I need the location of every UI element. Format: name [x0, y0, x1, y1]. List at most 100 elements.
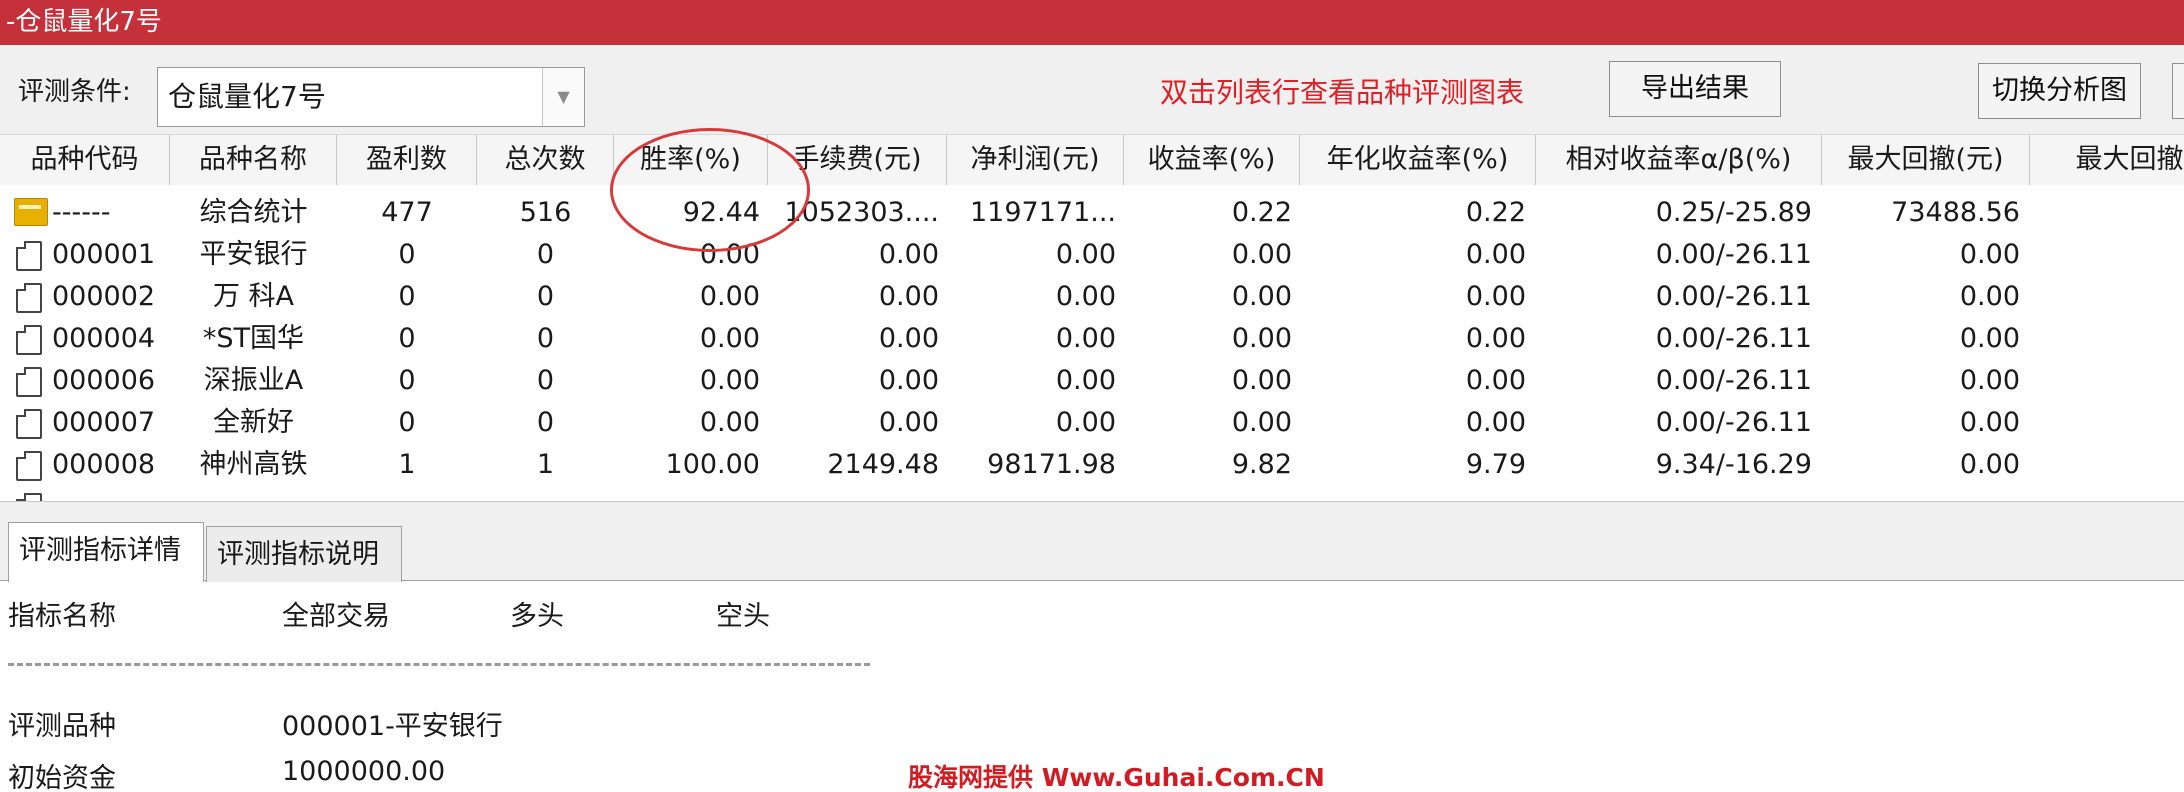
column-header-profit-count[interactable]: 盈利数: [337, 135, 477, 185]
cell-fee: 0.00: [878, 281, 939, 312]
column-header-name[interactable]: 品种名称: [170, 135, 337, 185]
cell-win-rate: 100.00: [665, 449, 760, 480]
window-title: -仓鼠量化7号: [0, 0, 2184, 45]
document-icon: [16, 409, 42, 439]
cell-win-rate: 0.00: [699, 407, 760, 438]
switch-chart-button[interactable]: 切换分析图: [1978, 63, 2141, 119]
details-panel: 指标名称 全部交易 多头 空头 评测品种 000001-平安银行 初始资金 10…: [0, 582, 2184, 792]
cell-code: 000004: [52, 323, 156, 354]
cell-total: 0: [536, 239, 555, 270]
cell-profit-count: 0: [398, 281, 416, 312]
details-label-capital: 初始资金: [8, 763, 116, 792]
toolbar: 评测条件: 仓鼠量化7号 ▼ 双击列表行查看品种评测图表 导出结果 切换分析图: [0, 45, 2184, 135]
condition-label: 评测条件:: [18, 77, 131, 107]
column-header-alpha-beta[interactable]: 相对收益率α/β(%): [1536, 135, 1822, 185]
tab-indicator-details[interactable]: 评测指标详情: [8, 522, 204, 584]
details-header-short: 空头: [716, 601, 770, 632]
table-row[interactable]: 000007 全新好 0 0 0.00 0.00 0.00 0.00 0.00 …: [0, 402, 2184, 444]
document-icon: [16, 241, 42, 271]
cell-profit-count: 1: [398, 449, 416, 480]
detail-tabs: 评测指标详情 评测指标说明: [0, 501, 2184, 584]
cell-fee: 0.00: [878, 365, 939, 396]
table-row[interactable]: 000008 神州高铁 1 1 100.00 2149.48 98171.98 …: [0, 444, 2184, 486]
cell-profit-count: 0: [398, 365, 416, 396]
export-button[interactable]: 导出结果: [1609, 61, 1781, 117]
cell-fee: 0.00: [878, 323, 939, 354]
cell-net-profit: 0.00: [1055, 323, 1116, 354]
cell-annual-return: 0.22: [1465, 197, 1526, 228]
details-label-symbol: 评测品种: [8, 711, 116, 742]
condition-select[interactable]: 仓鼠量化7号 ▼: [157, 67, 585, 127]
cell-name: 全新好: [213, 407, 294, 438]
column-header-max-drawdown-pct[interactable]: 最大回撤: [2030, 135, 2184, 185]
cell-max-drawdown: 0.00: [1959, 365, 2020, 396]
cell-net-profit: 0.00: [1055, 407, 1116, 438]
cell-net-profit: 98171.98: [987, 449, 1116, 480]
column-header-max-drawdown[interactable]: 最大回撤(元): [1822, 135, 2030, 185]
cell-code: 000007: [52, 407, 156, 438]
cell-code: ------: [52, 197, 111, 228]
details-header-long: 多头: [510, 601, 564, 632]
details-header-name: 指标名称: [8, 601, 116, 632]
cell-win-rate: 0.00: [699, 281, 760, 312]
cell-win-rate: 0.00: [699, 365, 760, 396]
cell-code: 000001: [52, 239, 156, 270]
cell-annual-return: 0.00: [1465, 239, 1526, 270]
column-header-return[interactable]: 收益率(%): [1124, 135, 1300, 185]
document-icon: [16, 367, 42, 397]
cell-profit-count: 0: [398, 323, 416, 354]
table-row[interactable]: 000004 *ST国华 0 0 0.00 0.00 0.00 0.00 0.0…: [0, 318, 2184, 360]
table-row[interactable]: 000006 深振业A 0 0 0.00 0.00 0.00 0.00 0.00…: [0, 360, 2184, 402]
cell-annual-return: 0.00: [1465, 323, 1526, 354]
results-table[interactable]: 品种代码 品种名称 盈利数 总次数 胜率(%) 手续费(元) 净利润(元) 收益…: [0, 135, 2184, 501]
condition-select-value: 仓鼠量化7号: [168, 80, 326, 113]
cell-profit-count: 0: [398, 407, 416, 438]
cell-max-drawdown: 73488.56: [1891, 197, 2020, 228]
hint-text: 双击列表行查看品种评测图表: [1160, 76, 1525, 109]
cell-max-drawdown: 0.00: [1959, 281, 2020, 312]
cell-win-rate: 0.00: [699, 323, 760, 354]
cell-total: 0: [536, 281, 555, 312]
table-row[interactable]: 000001 平安银行 0 0 0.00 0.00 0.00 0.00 0.00…: [0, 234, 2184, 276]
cell-max-drawdown: 0.00: [1959, 323, 2020, 354]
tab-indicator-description[interactable]: 评测指标说明: [206, 526, 402, 582]
more-button[interactable]: [2172, 63, 2184, 119]
details-value-symbol: 000001-平安银行: [282, 711, 503, 742]
cell-name: 神州高铁: [199, 449, 308, 480]
cell-alpha-beta: 0.00/-26.11: [1655, 407, 1812, 438]
cell-max-drawdown: 0.00: [1959, 449, 2020, 480]
column-header-total[interactable]: 总次数: [477, 135, 614, 185]
column-header-annual-return[interactable]: 年化收益率(%): [1300, 135, 1536, 185]
cell-net-profit: 0.00: [1055, 365, 1116, 396]
cell-alpha-beta: 0.00/-26.11: [1655, 365, 1812, 396]
cell-net-profit: 1197171...: [970, 197, 1116, 228]
cell-profit-count: 477: [381, 197, 433, 228]
cell-win-rate: 0.00: [699, 239, 760, 270]
cell-alpha-beta: 0.00/-26.11: [1655, 323, 1812, 354]
document-icon: [16, 283, 42, 313]
cell-annual-return: 0.00: [1465, 407, 1526, 438]
cell-name: 深振业A: [203, 365, 304, 396]
cell-alpha-beta: 0.00/-26.11: [1655, 239, 1812, 270]
cell-max-drawdown: 0.00: [1959, 407, 2020, 438]
watermark: 股海网提供 Www.Guhai.Com.CN: [908, 763, 1325, 792]
cell-total: 0: [536, 323, 555, 354]
cell-net-profit: 0.00: [1055, 239, 1116, 270]
cell-total: 516: [519, 197, 572, 228]
details-value-capital: 1000000.00: [282, 756, 446, 787]
table-row[interactable]: ------ 综合统计 477 516 92.44 1052303.... 11…: [0, 192, 2184, 234]
details-header-all: 全部交易: [282, 601, 390, 632]
column-header-fee[interactable]: 手续费(元): [768, 135, 947, 185]
cell-return: 0.22: [1231, 197, 1292, 228]
table-row[interactable]: 000002 万 科A 0 0 0.00 0.00 0.00 0.00 0.00…: [0, 276, 2184, 318]
column-header-code[interactable]: 品种代码: [0, 135, 170, 185]
table-row[interactable]: [0, 486, 2184, 501]
column-header-win-rate[interactable]: 胜率(%): [614, 135, 768, 185]
column-header-net-profit[interactable]: 净利润(元): [947, 135, 1124, 185]
table-header: 品种代码 品种名称 盈利数 总次数 胜率(%) 手续费(元) 净利润(元) 收益…: [0, 135, 2184, 185]
cell-code: 000006: [52, 365, 156, 396]
cell-total: 0: [536, 365, 555, 396]
cell-annual-return: 9.79: [1465, 449, 1526, 480]
chevron-down-icon[interactable]: ▼: [542, 68, 584, 126]
cell-net-profit: 0.00: [1055, 281, 1116, 312]
